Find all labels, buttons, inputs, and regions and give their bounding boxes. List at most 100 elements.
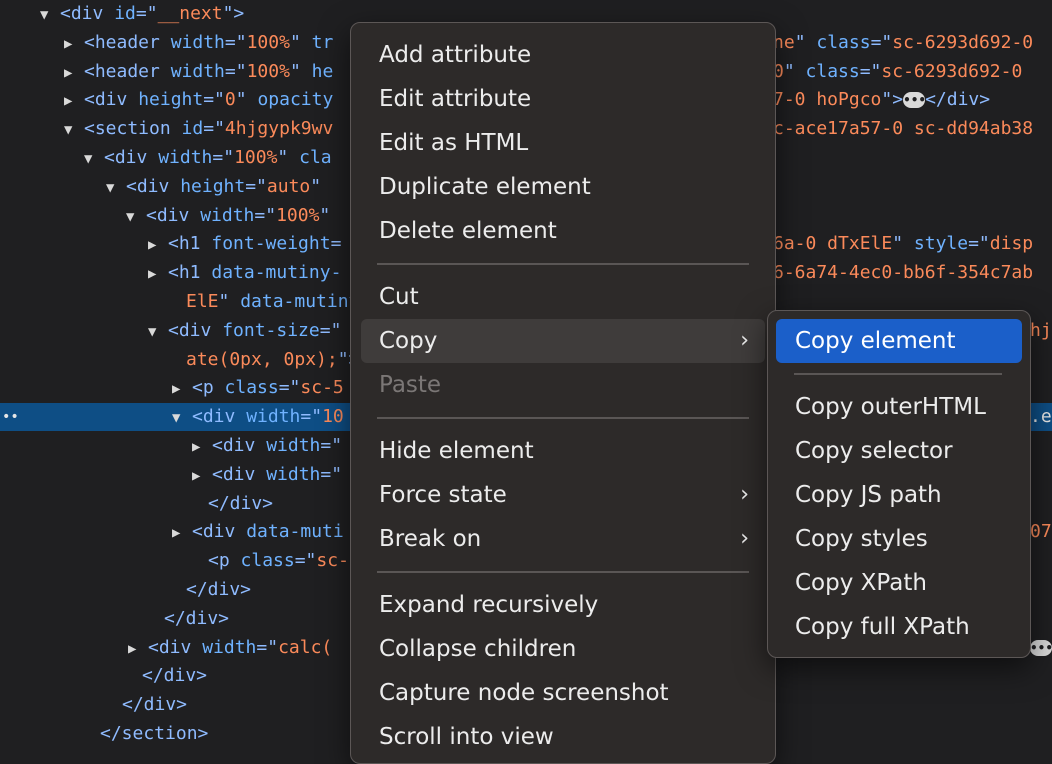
- menu-item-label: Collapse children: [379, 636, 577, 662]
- expand-triangle-icon[interactable]: ▶: [64, 30, 84, 57]
- tag-markup: ": [235, 89, 258, 111]
- attribute-value: 6a-0 dTxElE: [773, 233, 893, 255]
- menu-item-scroll-into-view[interactable]: Scroll into view: [361, 715, 765, 759]
- tag-markup: <div: [126, 175, 181, 197]
- expand-triangle-icon[interactable]: ▶: [148, 231, 168, 258]
- submenu-item-copy-js-path[interactable]: Copy JS path: [776, 473, 1022, 517]
- attribute-value: 100%: [276, 204, 320, 226]
- tag-markup: =": [320, 435, 343, 456]
- tag-markup: <div: [104, 147, 159, 168]
- tag-markup: <div: [192, 521, 247, 543]
- attribute-name: height: [138, 89, 204, 111]
- tag-markup: </div>: [164, 607, 230, 629]
- menu-item-break-on[interactable]: Break on ›: [361, 517, 765, 561]
- menu-item-label: Copy: [379, 328, 438, 354]
- attribute-name: height: [180, 175, 246, 197]
- menu-item-edit-as-html[interactable]: Edit as HTML: [361, 121, 765, 165]
- chevron-right-icon: ›: [740, 482, 749, 507]
- expand-triangle-icon[interactable]: ▶: [192, 462, 212, 489]
- attribute-value: ate(0px, 0px);: [186, 348, 338, 370]
- tag-markup: <header: [84, 60, 171, 82]
- menu-item-duplicate-element[interactable]: Duplicate element: [361, 165, 765, 209]
- tag-markup: =": [135, 3, 158, 24]
- attribute-name: data-muti: [246, 521, 344, 543]
- expand-triangle-icon[interactable]: ▶: [128, 635, 148, 662]
- menu-item-label: Capture node screenshot: [379, 680, 669, 706]
- menu-item-capture-node-screenshot[interactable]: Capture node screenshot: [361, 671, 765, 715]
- submenu-item-copy-outerhtml[interactable]: Copy outerHTML: [776, 385, 1022, 429]
- tag-markup: =: [330, 233, 342, 255]
- tag-markup: </div>: [925, 89, 991, 111]
- expand-triangle-icon[interactable]: ▶: [64, 87, 84, 114]
- menu-item-collapse-children[interactable]: Collapse children: [361, 627, 765, 671]
- chevron-right-icon: ›: [740, 526, 749, 551]
- tag-markup: =": [254, 204, 277, 226]
- attribute-name: width: [266, 435, 321, 456]
- attribute-name: width: [170, 60, 225, 82]
- tag-markup: </div>: [122, 694, 188, 716]
- submenu-item-copy-selector[interactable]: Copy selector: [776, 429, 1022, 473]
- menu-item-delete-element[interactable]: Delete element: [361, 209, 765, 253]
- attribute-name: width: [200, 204, 255, 226]
- tag-markup: =": [859, 60, 882, 82]
- tag-markup: =": [319, 319, 342, 341]
- collapse-triangle-icon[interactable]: ▼: [172, 404, 192, 431]
- expand-triangle-icon[interactable]: ▶: [172, 519, 192, 546]
- submenu-item-copy-full-xpath[interactable]: Copy full XPath: [776, 605, 1022, 649]
- menu-item-label: Scroll into view: [379, 724, 554, 750]
- attribute-value: hjs: [1030, 319, 1052, 341]
- node-options-icon[interactable]: ••: [2, 403, 19, 431]
- attribute-value: 7-0 hoPgco: [773, 89, 882, 111]
- expand-triangle-icon[interactable]: ▶: [64, 59, 84, 86]
- tag-markup: <div: [60, 3, 115, 24]
- tag-markup: .ex: [1030, 406, 1052, 428]
- menu-item-expand-recursively[interactable]: Expand recursively: [361, 583, 765, 627]
- tag-markup: <p: [208, 550, 241, 572]
- tag-markup: ": [277, 147, 300, 168]
- attribute-name: width: [266, 463, 321, 485]
- attribute-value: ne: [773, 31, 795, 53]
- attribute-name: font-size: [222, 319, 320, 341]
- tag-markup: <section: [84, 118, 182, 140]
- attribute-value: sc-5: [300, 377, 344, 399]
- attribute-value: 100%: [246, 31, 290, 53]
- collapse-triangle-icon[interactable]: ▼: [148, 318, 168, 345]
- menu-item-force-state[interactable]: Force state ›: [361, 473, 765, 517]
- collapse-triangle-icon[interactable]: ▼: [106, 174, 126, 201]
- tag-markup: ": [289, 31, 312, 53]
- attribute-name: width: [202, 636, 257, 658]
- collapse-triangle-icon[interactable]: ▼: [126, 203, 146, 230]
- tag-markup: ">: [881, 89, 904, 111]
- attribute-name: opacity: [257, 89, 334, 111]
- menu-separator: [377, 571, 749, 573]
- menu-item-hide-element[interactable]: Hide element: [361, 429, 765, 473]
- collapse-triangle-icon[interactable]: ▼: [64, 116, 84, 143]
- submenu-item-copy-element[interactable]: Copy element: [776, 319, 1022, 363]
- menu-item-cut[interactable]: Cut: [361, 275, 765, 319]
- menu-item-label: Delete element: [379, 218, 557, 244]
- expand-triangle-icon[interactable]: ▶: [172, 375, 192, 402]
- menu-item-add-attribute[interactable]: Add attribute: [361, 33, 765, 77]
- tag-markup: =": [203, 89, 225, 111]
- collapse-triangle-icon[interactable]: ▼: [84, 145, 104, 172]
- tag-markup: <div: [212, 435, 267, 456]
- menu-item-copy[interactable]: Copy ›: [361, 319, 765, 363]
- attribute-name: width: [170, 31, 225, 53]
- expand-triangle-icon[interactable]: ▶: [148, 260, 168, 287]
- collapsed-content-icon[interactable]: •••: [1030, 639, 1052, 656]
- menu-item-edit-attribute[interactable]: Edit attribute: [361, 77, 765, 121]
- attribute-value: calc(: [278, 636, 333, 658]
- submenu-item-copy-xpath[interactable]: Copy XPath: [776, 561, 1022, 605]
- collapsed-content-icon[interactable]: •••: [903, 92, 926, 109]
- collapse-triangle-icon[interactable]: ▼: [40, 1, 60, 28]
- menu-item-label: Break on: [379, 526, 482, 552]
- context-menu: Add attribute Edit attribute Edit as HTML D…: [350, 22, 776, 764]
- expand-triangle-icon[interactable]: ▶: [192, 433, 212, 460]
- tag-markup: </div>: [208, 492, 274, 514]
- submenu-item-copy-styles[interactable]: Copy styles: [776, 517, 1022, 561]
- tag-markup: </div>: [186, 579, 252, 600]
- menu-item-label: Edit as HTML: [379, 130, 529, 156]
- tag-markup: =": [968, 233, 990, 255]
- attribute-value: ElE: [186, 291, 219, 312]
- attribute-value: 6-6a74-4ec0-bb6f-354c7ab: [773, 262, 1034, 284]
